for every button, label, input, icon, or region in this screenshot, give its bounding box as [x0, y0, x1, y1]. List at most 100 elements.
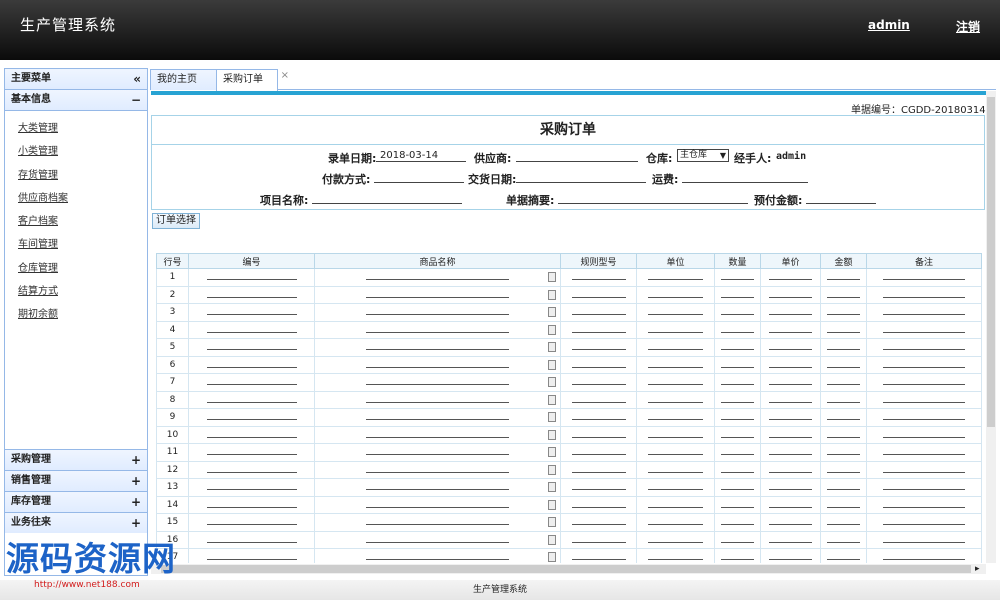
product-picker-icon[interactable]: [548, 377, 556, 387]
input-underline[interactable]: [206, 314, 297, 316]
remark-cell[interactable]: [866, 495, 982, 514]
input-underline[interactable]: [769, 454, 812, 456]
spec-cell[interactable]: [560, 495, 637, 514]
input-underline[interactable]: [882, 506, 966, 508]
input-underline[interactable]: [206, 559, 297, 561]
input-underline[interactable]: [769, 541, 812, 543]
scroll-right-arrow-icon[interactable]: ▸: [975, 564, 980, 574]
minus-icon[interactable]: −: [131, 90, 141, 110]
plus-icon[interactable]: +: [131, 450, 141, 470]
price-cell[interactable]: [760, 478, 821, 497]
spec-cell[interactable]: [560, 303, 637, 322]
remark-cell[interactable]: [866, 530, 982, 549]
code-cell[interactable]: [188, 355, 315, 374]
product-picker-icon[interactable]: [548, 447, 556, 457]
remark-cell[interactable]: [866, 303, 982, 322]
input-underline[interactable]: [827, 559, 860, 561]
input-underline[interactable]: [882, 366, 966, 368]
input-underline[interactable]: [721, 489, 754, 491]
quantity-cell[interactable]: [714, 530, 761, 549]
price-cell[interactable]: [760, 408, 821, 427]
input-underline[interactable]: [882, 314, 966, 316]
user-link[interactable]: admin: [868, 18, 910, 32]
input-underline[interactable]: [647, 436, 704, 438]
input-underline[interactable]: [882, 296, 966, 298]
amount-cell[interactable]: [820, 495, 867, 514]
input-underline[interactable]: [647, 524, 704, 526]
input-underline[interactable]: [769, 366, 812, 368]
quantity-cell[interactable]: [714, 338, 761, 357]
price-cell[interactable]: [760, 303, 821, 322]
supplier-field[interactable]: [516, 149, 638, 162]
quantity-cell[interactable]: [714, 268, 761, 287]
input-underline[interactable]: [769, 559, 812, 561]
input-underline[interactable]: [721, 384, 754, 386]
spec-cell[interactable]: [560, 268, 637, 287]
input-underline[interactable]: [647, 296, 704, 298]
product-picker-icon[interactable]: [548, 394, 556, 405]
product-picker-icon[interactable]: [548, 412, 556, 422]
input-underline[interactable]: [827, 279, 860, 281]
input-underline[interactable]: [206, 296, 297, 298]
input-underline[interactable]: [721, 366, 754, 368]
input-underline[interactable]: [647, 279, 704, 281]
amount-cell[interactable]: [820, 303, 867, 322]
amount-cell[interactable]: [820, 460, 867, 479]
input-underline[interactable]: [571, 489, 626, 491]
input-underline[interactable]: [571, 471, 626, 473]
remark-cell[interactable]: [866, 548, 982, 563]
remark-cell[interactable]: [866, 443, 982, 462]
input-underline[interactable]: [827, 296, 860, 298]
input-underline[interactable]: [827, 489, 860, 491]
amount-cell[interactable]: [820, 373, 867, 392]
product-name-cell[interactable]: [314, 408, 561, 427]
unit-cell[interactable]: [636, 355, 715, 374]
input-underline[interactable]: [721, 524, 754, 526]
input-underline[interactable]: [769, 471, 812, 473]
scrollbar-thumb[interactable]: [161, 565, 971, 573]
input-underline[interactable]: [571, 559, 626, 561]
code-cell[interactable]: [188, 513, 315, 532]
amount-cell[interactable]: [820, 320, 867, 339]
input-underline[interactable]: [571, 436, 626, 438]
remark-cell[interactable]: [866, 373, 982, 392]
spec-cell[interactable]: [560, 513, 637, 532]
sidebar-group-basic[interactable]: 基本信息 −: [5, 90, 147, 111]
product-name-cell[interactable]: [314, 460, 561, 479]
input-underline[interactable]: [366, 279, 509, 281]
order-select-button[interactable]: 订单选择: [152, 213, 200, 229]
input-underline[interactable]: [882, 349, 966, 351]
product-name-cell[interactable]: [314, 355, 561, 374]
unit-cell[interactable]: [636, 478, 715, 497]
product-name-cell[interactable]: [314, 425, 561, 444]
input-underline[interactable]: [769, 314, 812, 316]
input-underline[interactable]: [366, 296, 509, 298]
quantity-cell[interactable]: [714, 443, 761, 462]
input-underline[interactable]: [827, 524, 860, 526]
sidebar-item-inventory[interactable]: 存货管理: [18, 164, 147, 187]
payment-method-field[interactable]: [374, 170, 464, 183]
unit-cell[interactable]: [636, 408, 715, 427]
input-underline[interactable]: [206, 436, 297, 438]
unit-cell[interactable]: [636, 548, 715, 563]
product-name-cell[interactable]: [314, 303, 561, 322]
unit-cell[interactable]: [636, 303, 715, 322]
product-name-cell[interactable]: [314, 320, 561, 339]
product-picker-icon[interactable]: [548, 464, 556, 475]
input-underline[interactable]: [571, 366, 626, 368]
amount-cell[interactable]: [820, 285, 867, 304]
product-name-cell[interactable]: [314, 268, 561, 287]
code-cell[interactable]: [188, 425, 315, 444]
vertical-scrollbar[interactable]: [986, 91, 996, 563]
sidebar-group-stock[interactable]: 库存管理 +: [5, 491, 147, 512]
product-name-cell[interactable]: [314, 478, 561, 497]
product-name-cell[interactable]: [314, 513, 561, 532]
input-underline[interactable]: [769, 331, 812, 333]
input-underline[interactable]: [882, 559, 966, 561]
input-underline[interactable]: [721, 419, 754, 421]
price-cell[interactable]: [760, 495, 821, 514]
quantity-cell[interactable]: [714, 495, 761, 514]
spec-cell[interactable]: [560, 338, 637, 357]
input-underline[interactable]: [366, 366, 509, 368]
product-name-cell[interactable]: [314, 443, 561, 462]
